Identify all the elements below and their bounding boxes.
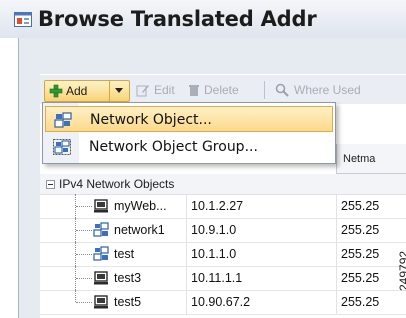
row-name: test3 (114, 271, 142, 285)
toolbar-divider (264, 81, 265, 99)
network-icon (93, 246, 109, 261)
ip-cell: 10.11.1.1 (186, 266, 336, 290)
edit-button[interactable]: Edit (136, 80, 175, 100)
where-used-label: Where Used (294, 83, 361, 97)
host-icon (94, 271, 108, 285)
tree-line (76, 278, 92, 279)
menu-item-label: Network Object... (90, 112, 212, 128)
netmask-cell: 255.25 (336, 266, 406, 290)
figure-id: 249792 (397, 250, 406, 291)
name-cell: test (40, 242, 186, 266)
tree-line (75, 290, 77, 302)
host-icon (94, 199, 108, 213)
name-cell: test5 (40, 290, 186, 314)
table-row[interactable]: network1 10.9.1.0 255.25 (40, 218, 406, 243)
menu-item-label: Network Object Group... (89, 139, 258, 155)
edit-button-label: Edit (154, 83, 175, 97)
name-cell: network1 (40, 218, 186, 242)
row-name: test (114, 247, 135, 261)
row-name: test5 (114, 295, 142, 309)
network-icon (93, 222, 109, 237)
network-object-group-icon (53, 139, 71, 155)
ip-cell: 10.1.2.27 (186, 194, 336, 218)
ip-cell: 10.90.67.2 (186, 290, 336, 314)
edit-icon (136, 85, 149, 97)
row-name: myWeb... (114, 199, 167, 213)
ip-cell: 10.9.1.0 (186, 218, 336, 242)
add-icon (49, 84, 63, 98)
chevron-down-icon[interactable] (114, 84, 124, 96)
add-dropdown-menu: Network Object... Network Object Group..… (42, 102, 336, 164)
netmask-cell: 255.25 (336, 218, 406, 242)
where-used-button[interactable]: Where Used (275, 80, 361, 100)
delete-button[interactable]: Delete (188, 80, 239, 100)
column-header-netmask[interactable]: Netma (336, 144, 406, 174)
tree-line (76, 254, 92, 255)
add-button-separator (109, 81, 110, 101)
table-row[interactable]: test5 10.90.67.2 255.25 (40, 290, 406, 315)
netmask-cell: 255.25 (336, 242, 406, 266)
ip-cell: 10.1.1.0 (186, 242, 336, 266)
panel-margin (0, 38, 18, 318)
window-title-bar: Browse Translated Addr (0, 0, 406, 39)
magnifier-icon (275, 83, 289, 97)
group-label: IPv4 Network Objects (59, 177, 175, 191)
menu-item-network-object-group[interactable]: Network Object Group... (45, 134, 333, 160)
tree-line (76, 230, 92, 231)
table-row[interactable]: myWeb... 10.1.2.27 255.25 (40, 194, 406, 219)
menu-item-network-object[interactable]: Network Object... (45, 106, 333, 132)
window-title: Browse Translated Addr (38, 7, 317, 31)
collapse-icon[interactable] (46, 179, 55, 189)
name-cell: myWeb... (40, 194, 186, 218)
name-cell: test3 (40, 266, 186, 290)
tree-line (76, 302, 92, 303)
netmask-cell: 255.25 (336, 290, 406, 314)
group-row-ipv4[interactable]: IPv4 Network Objects (40, 174, 406, 195)
table-row[interactable]: test 10.1.1.0 255.25 (40, 242, 406, 267)
network-object-icon (54, 112, 72, 128)
netmask-cell: 255.25 (336, 194, 406, 218)
table-row[interactable]: test3 10.11.1.1 255.25 (40, 266, 406, 291)
delete-button-label: Delete (204, 83, 239, 97)
host-icon (94, 295, 108, 309)
trash-icon (189, 85, 199, 96)
add-button[interactable]: Add (44, 80, 130, 102)
browse-window-icon (14, 12, 32, 27)
add-button-label: Add (66, 84, 88, 98)
row-name: network1 (114, 223, 165, 237)
tree-line (76, 206, 92, 207)
